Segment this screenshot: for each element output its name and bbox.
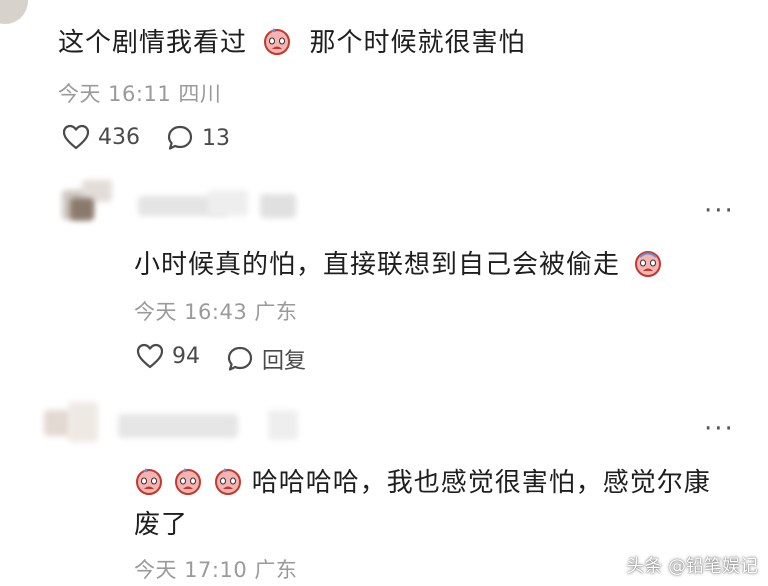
scared-emoji-icon: [213, 468, 252, 498]
more-options-button[interactable]: ···: [704, 196, 735, 226]
reply-text-content: 小时候真的怕，直接联想到自己会被偷走: [134, 250, 621, 280]
avatar-top[interactable]: [0, 0, 28, 24]
scared-emoji-icon: [624, 250, 663, 280]
like-count: 94: [172, 343, 200, 369]
comment-text-part-a: 这个剧情我看过: [58, 28, 248, 58]
scared-emoji-icon: [173, 468, 212, 498]
reply-text-line1: 哈哈哈哈，我也感觉很害怕，感觉尔康: [251, 468, 711, 498]
comment-text: 这个剧情我看过 那个时候就很害怕: [58, 22, 526, 59]
comment-meta: 今天 16:11 四川: [58, 82, 222, 106]
heart-outline-icon: [62, 124, 90, 150]
reply-label: 回复: [262, 349, 307, 374]
scared-emoji-icon: [134, 468, 173, 498]
reply-count-button[interactable]: 13: [166, 124, 230, 152]
like-count: 436: [98, 124, 140, 150]
reply-text-line2: 废了: [134, 510, 189, 540]
heart-outline-icon: [136, 343, 164, 369]
comment-text-part-b: 那个时候就很害怕: [309, 28, 526, 58]
speech-bubble-icon: [166, 124, 194, 152]
reply-text: 哈哈哈哈，我也感觉很害怕，感觉尔康: [134, 462, 711, 499]
reply-meta: 今天 16:43 广东: [134, 300, 298, 324]
reply-avatar[interactable]: [44, 402, 104, 452]
like-button[interactable]: 436: [62, 124, 140, 150]
reply-avatar[interactable]: [62, 180, 114, 232]
speech-bubble-icon: [226, 345, 254, 373]
reply-button[interactable]: 回复: [226, 343, 306, 375]
reply-meta: 今天 17:10 广东: [134, 558, 298, 582]
reply-text: 小时候真的怕，直接联想到自己会被偷走: [134, 244, 663, 281]
watermark: 头条 @铅笔娱记: [626, 556, 758, 577]
reply-username-blurred[interactable]: [138, 190, 298, 220]
reply-username-blurred[interactable]: [118, 408, 318, 444]
reply-count: 13: [202, 125, 230, 151]
like-button[interactable]: 94: [136, 343, 200, 369]
more-options-button[interactable]: ···: [704, 414, 735, 444]
scared-emoji-icon: [253, 28, 302, 58]
